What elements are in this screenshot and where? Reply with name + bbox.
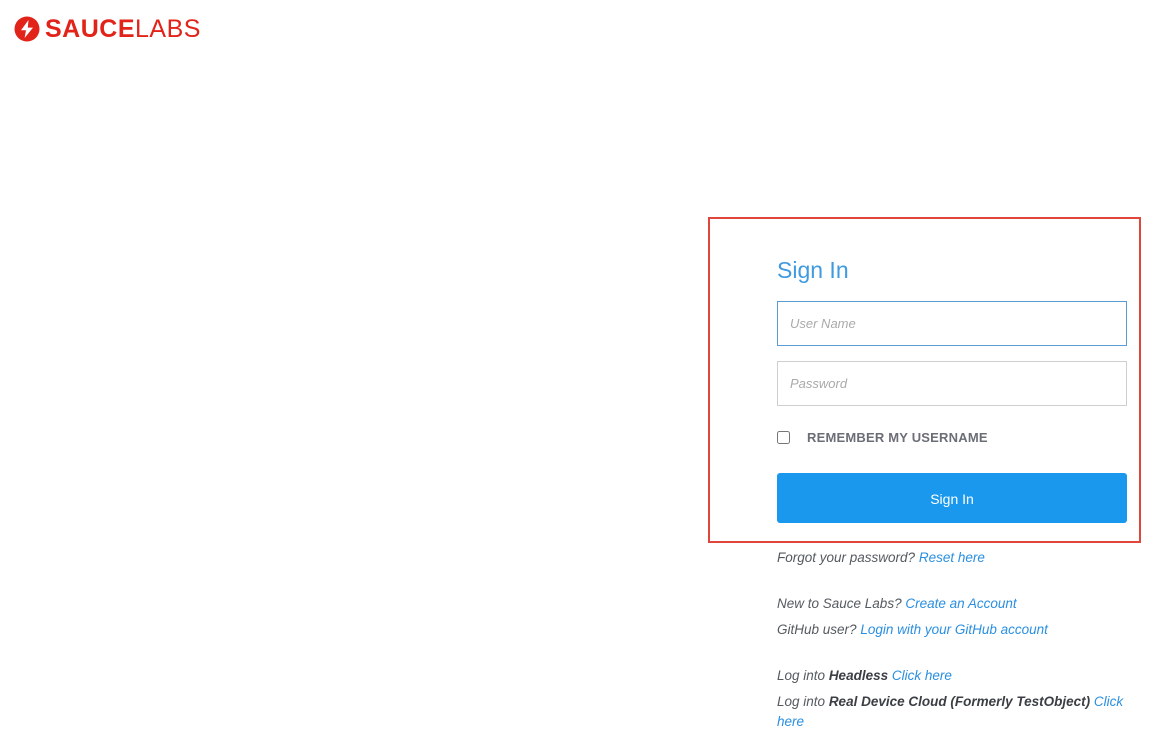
forgot-password-line: Forgot your password? Reset here: [777, 548, 1137, 568]
password-input[interactable]: [777, 361, 1127, 406]
reset-password-link[interactable]: Reset here: [919, 550, 985, 565]
logo-wordmark: SAUCELABS: [45, 14, 201, 44]
logo-word-sauce: SAUCE: [45, 15, 136, 43]
headless-prefix-text: Log into: [777, 668, 826, 683]
saucelabs-logo[interactable]: SAUCELABS: [14, 14, 201, 44]
remember-username-row[interactable]: REMEMBER MY USERNAME: [777, 428, 988, 446]
headless-login-link[interactable]: Click here: [892, 668, 952, 683]
signin-title: Sign In: [777, 257, 849, 283]
github-login-link[interactable]: Login with your GitHub account: [860, 622, 1048, 637]
username-input[interactable]: [777, 301, 1127, 346]
logo-word-labs: LABS: [135, 15, 201, 43]
new-account-text: New to Sauce Labs?: [777, 596, 902, 611]
github-user-text: GitHub user?: [777, 622, 857, 637]
sauce-bolt-icon: [14, 16, 40, 42]
github-login-line: GitHub user? Login with your GitHub acco…: [777, 620, 1137, 640]
create-account-link[interactable]: Create an Account: [905, 596, 1016, 611]
rdc-name: Real Device Cloud (Formerly TestObject): [828, 694, 1091, 709]
remember-username-checkbox[interactable]: [777, 430, 790, 444]
rdc-prefix-text: Log into: [777, 694, 826, 709]
remember-username-label[interactable]: REMEMBER MY USERNAME: [807, 430, 988, 445]
signin-button[interactable]: Sign In: [777, 473, 1127, 523]
rdc-login-line: Log into Real Device Cloud (Formerly Tes…: [777, 692, 1127, 732]
headless-name: Headless: [828, 668, 889, 683]
headless-login-line: Log into Headless Click here: [777, 666, 1137, 686]
forgot-password-text: Forgot your password?: [777, 550, 916, 565]
new-account-line: New to Sauce Labs? Create an Account: [777, 594, 1137, 614]
